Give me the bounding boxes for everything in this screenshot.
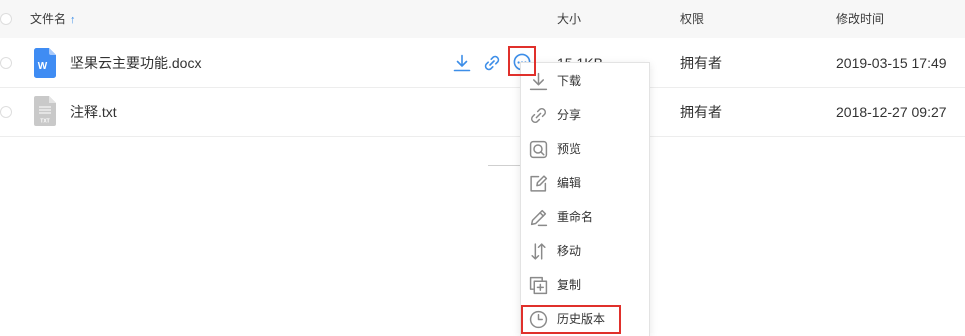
menu-item-history[interactable]: 历史版本 [521, 302, 649, 336]
file-list-page: 文件名 ↑ 大小 权限 修改时间 W 坚果云主要功能.docx 拥有者 2019… [0, 0, 965, 336]
menu-item-label: 历史版本 [557, 312, 606, 326]
file-name-link[interactable]: 注释.txt [70, 88, 117, 136]
file-name-link[interactable]: 坚果云主要功能.docx [70, 39, 201, 87]
link-icon [484, 55, 500, 71]
file-permission: 拥有者 [680, 104, 722, 120]
menu-item-label: 预览 [557, 142, 582, 156]
word-document-graphic: W [34, 48, 56, 78]
edit-icon [530, 175, 548, 192]
menu-item-preview[interactable]: 预览 [521, 132, 649, 166]
file-list-header: 文件名 ↑ 大小 权限 修改时间 [0, 0, 965, 38]
file-permission: 拥有者 [680, 55, 722, 71]
link-icon [531, 108, 546, 123]
file-modified-time: 2018-12-27 09:27 [836, 104, 947, 120]
menu-item-edit[interactable]: 编辑 [521, 166, 649, 200]
file-row[interactable]: W 坚果云主要功能.docx 15.1KB 拥有者 [0, 39, 965, 88]
txt-icon-label: TXT [40, 119, 49, 125]
copy-icon [529, 276, 548, 295]
menu-item-rename[interactable]: 重命名 [521, 200, 649, 234]
menu-item-label: 分享 [557, 108, 582, 122]
download-icon [529, 72, 548, 91]
txt-document-graphic: TXT [34, 96, 56, 126]
preview-icon [529, 140, 548, 159]
history-clock-icon [529, 310, 548, 329]
word-icon-letter: W [38, 61, 48, 72]
file-modified-time: 2019-03-15 17:49 [836, 55, 947, 71]
rename-pencil-icon [530, 209, 548, 227]
word-document-icon: W [34, 48, 56, 78]
download-icon [453, 54, 471, 72]
menu-item-label: 复制 [557, 278, 582, 292]
menu-item-label: 重命名 [557, 210, 594, 224]
menu-item-label: 移动 [557, 244, 582, 258]
txt-document-icon: TXT [34, 96, 56, 126]
menu-item-share[interactable]: 分享 [521, 98, 649, 132]
column-header-name[interactable]: 文件名 ↑ [30, 0, 76, 38]
menu-item-download[interactable]: 下载 [521, 64, 649, 98]
menu-item-label: 下载 [557, 74, 582, 88]
column-header-name-label: 文件名 [30, 12, 67, 26]
file-row[interactable]: TXT 注释.txt 拥有者 2018-12-27 09:27 [0, 88, 965, 137]
row-download-button[interactable] [453, 54, 471, 72]
row-share-button[interactable] [483, 54, 501, 72]
column-header-modified[interactable]: 修改时间 [836, 0, 884, 38]
sort-ascending-icon: ↑ [70, 14, 76, 26]
move-arrows-icon [531, 243, 546, 260]
menu-item-move[interactable]: 移动 [521, 234, 649, 268]
row-checkbox[interactable] [0, 57, 12, 69]
row-checkbox[interactable] [0, 106, 12, 118]
menu-item-copy[interactable]: 复制 [521, 268, 649, 302]
column-header-permission[interactable]: 权限 [680, 0, 704, 38]
select-all-checkbox[interactable] [0, 13, 12, 25]
menu-item-label: 编辑 [557, 176, 582, 190]
column-header-size[interactable]: 大小 [557, 0, 581, 38]
file-context-menu: 下载 分享 预览 编辑 重命名 移动 复制 历史版本 [520, 62, 650, 336]
